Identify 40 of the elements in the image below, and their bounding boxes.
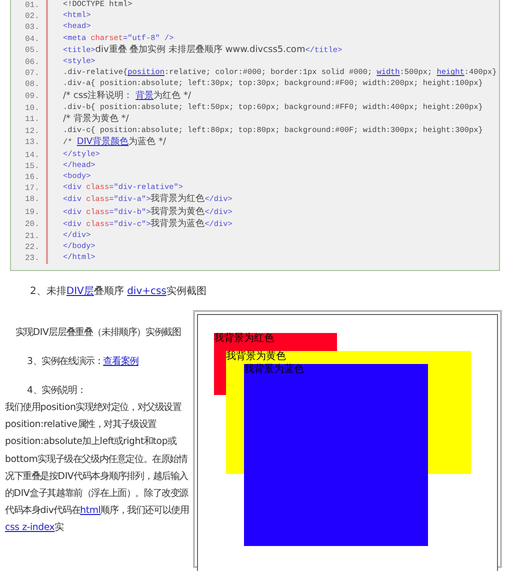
line-number: 14.	[24, 150, 40, 161]
screenshot-caption: 实现DIV层层叠重叠（未排顺序）实例截图	[14, 326, 182, 340]
text-link[interactable]: 查看案例	[103, 356, 138, 367]
step-heading: 3、实例在线演示：查看案例	[26, 355, 140, 369]
line-number: 21.	[24, 231, 40, 242]
line-number: 20.	[24, 218, 40, 231]
code-line: /* css注释说明： 背景为红色 */	[63, 90, 192, 103]
line-number: 06.	[24, 57, 40, 68]
line-number: 23.	[24, 253, 40, 265]
explanation-paragraph: 我们使用position实现绝对定位，对父级设置position:relative属性，对其子级设置position:absolute加上left或right和top或bottom实现子级在父级内任意定位。在原始情况下重叠是按DIV代码本身顺序排列，越后输入的DIV盒子其越靠前（浮在上面）。除了改变源代码本身div代码在html顺序，我们还可以使用 css z-index实	[5, 401, 190, 536]
code-link[interactable]: 背景	[136, 90, 154, 101]
step-heading: 4、实例说明：	[26, 384, 87, 398]
line-number: 17.	[24, 183, 40, 194]
text-link[interactable]: div+css	[127, 286, 166, 297]
line-number: 09.	[24, 90, 40, 103]
box-label: 我背景为红色	[214, 333, 274, 344]
line-number: 15.	[24, 160, 40, 172]
line-number: 02.	[24, 11, 40, 22]
line-number: 10.	[24, 102, 40, 114]
box-label: 我背景为蓝色	[244, 364, 304, 375]
line-number: 03.	[24, 22, 40, 34]
step-heading: 2、未排DIV层叠顺序 div+css实例截图	[30, 284, 208, 299]
line-number: 05.	[24, 44, 40, 57]
line-number: 13.	[24, 137, 40, 150]
line-number: 12.	[24, 126, 40, 138]
box-label: 我背景为黄色	[226, 351, 286, 362]
line-number: 07.	[24, 68, 40, 80]
line-number: 19.	[24, 206, 40, 219]
line-number: 22.	[24, 242, 40, 254]
text-link[interactable]: css z-index	[5, 522, 55, 534]
line-number: 11.	[24, 114, 40, 126]
code-link[interactable]: DIV背景颜色	[76, 137, 129, 148]
text-link[interactable]: DIV层	[66, 286, 94, 297]
line-number: 18.	[24, 194, 40, 206]
line-number: 04.	[24, 34, 40, 45]
line-number: 01.	[24, 0, 40, 12]
line-number: 08.	[24, 79, 40, 91]
code-line: /* 背景为黄色 */	[63, 114, 130, 126]
text-link[interactable]: html	[80, 505, 101, 516]
line-number: 16.	[24, 172, 40, 184]
